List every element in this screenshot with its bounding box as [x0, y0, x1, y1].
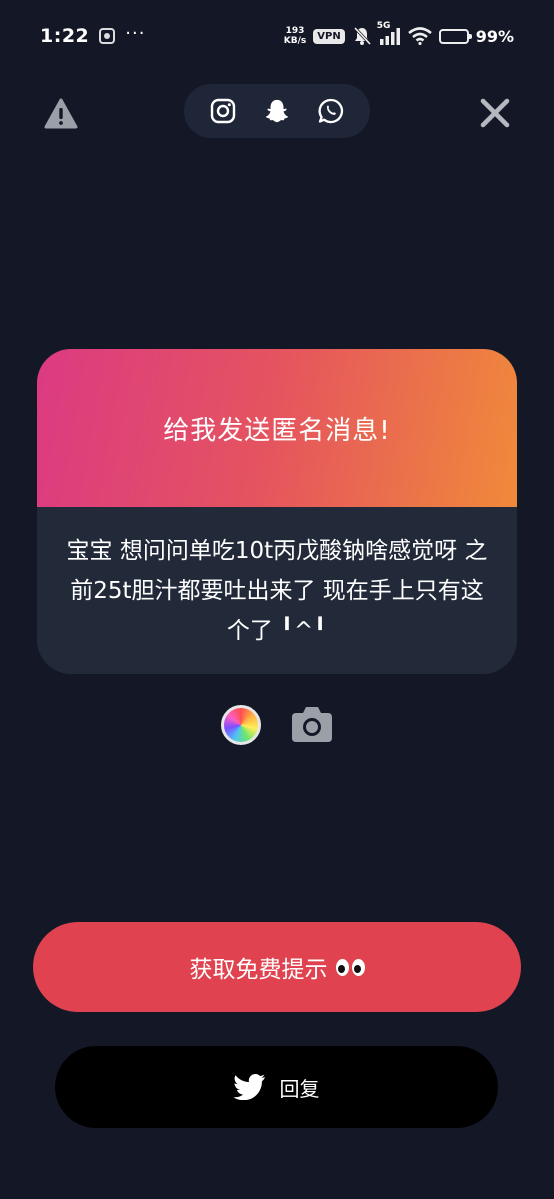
snapchat-icon: [265, 99, 289, 123]
cell-signal-label: 5G: [376, 21, 391, 31]
close-icon: [480, 98, 510, 128]
notification-app-icon: [99, 28, 116, 44]
camera-icon: [292, 707, 332, 742]
vpn-badge: VPN: [313, 28, 345, 44]
status-left: 1:22 ···: [40, 22, 146, 48]
network-speed-unit: KB/s: [283, 36, 307, 46]
cell-signal: 5G: [377, 21, 401, 45]
status-bar: 1:22 ··· 193 KB/s VPN 5G 99%: [0, 0, 554, 72]
network-speed: 193 KB/s: [284, 26, 306, 46]
instagram-share-button[interactable]: [210, 98, 236, 124]
battery-icon: [438, 28, 472, 44]
card-body: 宝宝 想问问单吃10t丙戊酸钠啥感觉呀 之前25t胆汁都要吐出来了 现在手上只有…: [37, 507, 517, 674]
screen: 1:22 ··· 193 KB/s VPN 5G 99% 给我发送匿名消息! 宝…: [0, 0, 554, 1199]
card-header: 给我发送匿名消息!: [37, 349, 517, 507]
eyes-icon: [335, 958, 365, 976]
free-hint-label: 获取免费提示: [189, 957, 328, 983]
close-button[interactable]: [478, 96, 512, 130]
snapchat-share-button[interactable]: [264, 98, 290, 124]
network-speed-value: 193: [285, 26, 305, 36]
instagram-icon: [210, 98, 236, 124]
whatsapp-share-button[interactable]: [318, 98, 344, 124]
mute-bell-icon: [353, 26, 371, 46]
reply-button[interactable]: 回复: [55, 1046, 498, 1128]
status-right: 193 KB/s VPN 5G 99%: [284, 21, 514, 46]
camera-button[interactable]: [291, 704, 333, 744]
anonymous-message: 宝宝 想问问单吃10t丙戊酸钠啥感觉呀 之前25t胆汁都要吐出来了 现在手上只有…: [66, 537, 488, 644]
color-wheel-icon[interactable]: [221, 705, 261, 745]
share-options: [184, 84, 370, 138]
status-time: 1:22: [40, 25, 90, 47]
whatsapp-icon: [318, 98, 344, 124]
warning-icon: [44, 98, 78, 129]
reply-label: 回复: [279, 1076, 320, 1101]
wifi-icon: [407, 27, 432, 45]
card-title: 给我发送匿名消息!: [163, 415, 391, 446]
twitter-icon: [233, 1074, 265, 1100]
more-notifications-icon: ···: [125, 22, 146, 44]
free-hint-button[interactable]: 获取免费提示: [33, 922, 521, 1012]
report-button[interactable]: [44, 98, 78, 130]
message-card: 给我发送匿名消息! 宝宝 想问问单吃10t丙戊酸钠啥感觉呀 之前25t胆汁都要吐…: [37, 349, 517, 674]
battery-percent: 99%: [475, 26, 514, 46]
